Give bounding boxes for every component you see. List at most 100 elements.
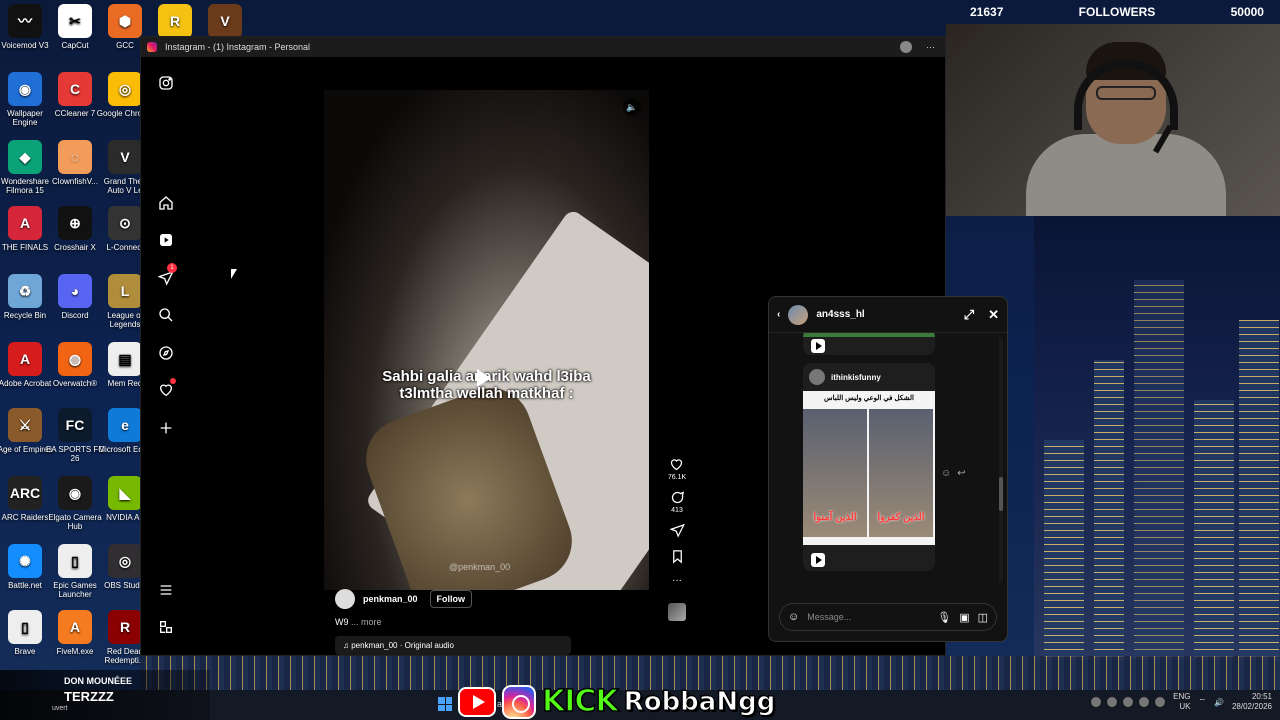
tray-app-icon[interactable] [1107,697,1118,707]
language-indicator[interactable]: ENG UK [1173,692,1190,712]
heart-icon[interactable] [156,378,176,400]
app-icon: ♻ [8,274,42,308]
tray-chevron-icon[interactable] [1091,697,1102,707]
instagram-app-icon [147,42,157,52]
instagram-logo-icon[interactable] [156,73,176,93]
streamer-handle: RobbaNgg [623,686,776,717]
dm-scrollbar[interactable] [999,337,1003,583]
followers-goal: 50000 [1230,5,1264,19]
messages-icon[interactable]: 1 [156,263,177,288]
emoji-icon[interactable]: ☺ [788,611,799,623]
app-icon: ✂ [58,4,92,38]
search-icon[interactable] [156,305,176,325]
save-icon[interactable] [670,549,685,564]
explore-icon[interactable] [156,343,176,363]
desktop-icon-label: Mem Red [107,379,143,388]
app-icon: ⚔ [8,408,42,442]
reels-icon[interactable] [156,230,176,250]
dm-avatar[interactable] [788,304,809,325]
app-icon: R [108,610,142,644]
followers-label: FOLLOWERS [1078,5,1156,19]
app-icon: ⊕ [58,206,92,240]
desktop-icon-label: Recycle Bin [3,311,47,320]
audio-thumbnail[interactable] [668,603,686,621]
play-icon[interactable] [477,369,491,387]
desktop-icon-label: Adobe Acrobat [0,379,52,388]
back-icon[interactable]: ‹ [777,309,780,320]
desktop-icon-label: Overwatch® [52,379,98,388]
reel-video[interactable]: 🔈 Sahbi galia anarik wahd l3iba t3lmtha … [324,90,649,590]
create-icon[interactable] [156,418,176,438]
desktop-icon-label: Voicemod V3 [1,41,49,50]
app-icon: A [8,342,42,376]
wifi-icon[interactable]: ⌔ [1198,697,1206,707]
app-icon: ◉ [58,476,92,510]
dm-messages: ithinkisfunny الشكل في الوعي وليس اللباس… [769,333,1007,587]
desktop-icon-label: ARC Raiders [1,513,49,522]
tray-app-icon[interactable] [1155,697,1166,707]
app-icon: ⬢ [108,4,142,38]
app-icon: 〰 [8,4,42,38]
follow-button[interactable]: Follow [429,590,473,608]
comment-icon[interactable] [670,490,685,505]
more-options-button[interactable]: ··· [672,575,682,586]
sound-icon[interactable]: 🔈 [623,98,641,116]
microphone-icon[interactable]: 🎙 [937,611,951,624]
tray-app-icon[interactable] [1123,697,1134,707]
more-link[interactable]: ... more [351,617,382,627]
clock[interactable]: 20:51 28/02/2026 [1232,692,1272,712]
desktop-icon-label: Brave [14,647,36,656]
app-icon: ▯ [58,544,92,578]
author-username[interactable]: penkman_00 [363,594,418,604]
also-from-meta-icon[interactable] [156,617,176,637]
app-icon: ◍ [58,342,92,376]
close-icon[interactable]: ✕ [988,307,999,323]
social-overlay: KICK RobbaNgg [458,683,776,720]
shared-post-previous[interactable] [803,333,935,355]
reply-icon[interactable]: ↩ [957,468,965,479]
like-icon[interactable] [669,457,684,472]
profile-avatar-icon[interactable] [900,41,912,53]
app-icon: V [108,140,142,174]
youtube-icon [458,686,496,717]
tray-app-icon[interactable] [1139,697,1150,707]
home-icon[interactable] [156,193,176,213]
author-avatar[interactable] [335,589,355,609]
app-icon: e [108,408,142,442]
reel-description: W9 ... more [335,617,382,627]
reel-play-icon [811,339,825,353]
app-icon: ARC [8,476,42,510]
volume-icon[interactable]: 🔊 [1214,698,1224,707]
windows-start-icon[interactable] [438,697,452,711]
window-menu-button[interactable]: ··· [926,42,935,52]
window-titlebar[interactable]: Instagram - (1) Instagram - Personal ··· [141,37,945,57]
react-icon[interactable]: ☺ [941,468,951,479]
app-icon: ⊙ [108,206,142,240]
message-input[interactable]: ☺ Message... 🎙 ▣ ◫ [779,603,997,631]
reel-watermark: @penkman_00 [449,562,511,572]
sticker-icon[interactable]: ◫ [978,611,988,624]
expand-icon[interactable]: ⤢ [964,307,974,323]
image-icon[interactable]: ▣ [959,611,969,624]
audio-link[interactable]: ♫ penkman_00 · Original audio [335,636,571,655]
app-icon: ◎ [108,544,142,578]
message-placeholder[interactable]: Message... [807,612,929,622]
streamer-badge: DON MOUNÉEE TERZZZ uvert [0,670,210,720]
desktop-icon-label: ClownfishV... [52,177,98,186]
app-icon: V [208,4,242,38]
like-count: 76.1K [667,474,687,481]
share-icon[interactable] [669,523,685,538]
wallpaper-city [1034,216,1280,660]
shared-post[interactable]: ithinkisfunny الشكل في الوعي وليس اللباس… [803,363,935,571]
app-icon: L [108,274,142,308]
desktop-icon-label: THE FINALS [1,243,49,252]
desktop-icon-label: CapCut [61,41,89,50]
reel-play-icon [811,553,825,567]
menu-icon[interactable] [156,580,176,600]
app-icon: A [58,610,92,644]
notifications-badge: 1 [167,263,177,273]
shared-post-label-left: الذين آمنوا [813,512,857,523]
app-icon: C [58,72,92,106]
shared-author: ithinkisfunny [831,372,881,382]
dm-username[interactable]: an4sss_hl [816,309,864,320]
